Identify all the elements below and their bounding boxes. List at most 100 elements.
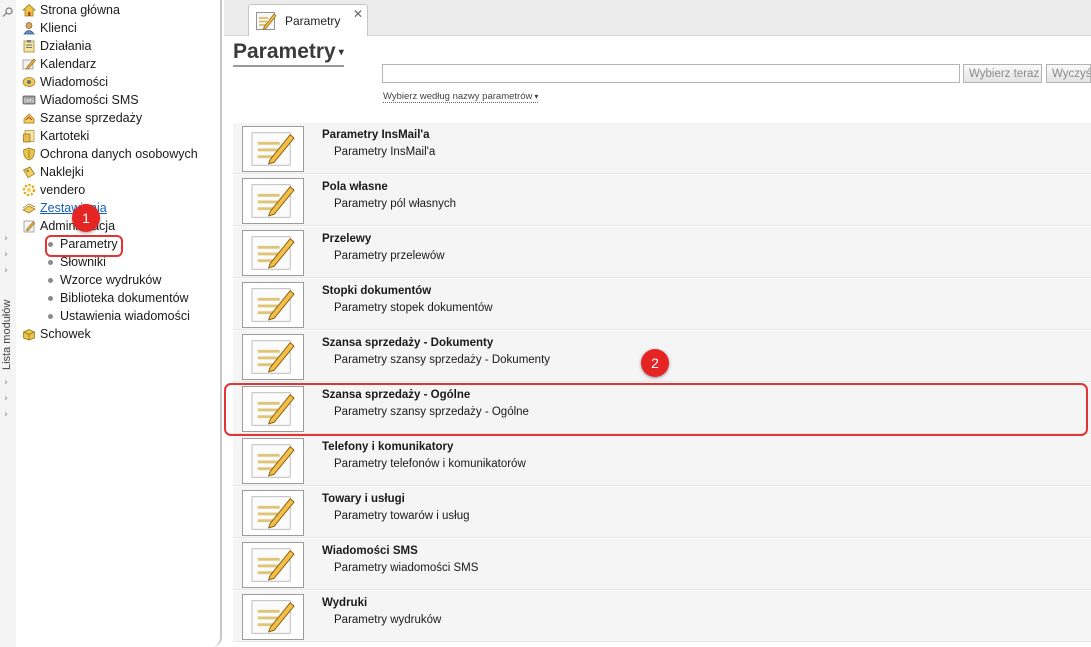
sidebar-item-label: Szanse sprzedaży <box>40 111 143 125</box>
parameters-icon <box>242 594 304 640</box>
parameter-name[interactable]: Towary i usługi <box>322 493 405 505</box>
cards-icon <box>23 130 35 143</box>
parameter-name[interactable]: Szansa sprzedaży - Dokumenty <box>322 337 493 349</box>
list-item[interactable]: Wiadomości SMS Parametry wiadomości SMS <box>233 538 1091 590</box>
chevron-down-icon: ▾ <box>534 92 539 101</box>
sidebar-subitem-label: Ustawienia wiadomości <box>60 309 190 323</box>
sidebar-subitem-print-templates[interactable]: Wzorce wydruków <box>48 271 161 289</box>
sidebar-item-label: Schowek <box>40 327 91 341</box>
parameter-name[interactable]: Wydruki <box>322 597 367 609</box>
main-content: Parametry ▾ Wybierz teraz Wyczyść Wybier… <box>224 36 1091 647</box>
gear-icon <box>22 183 36 197</box>
module-list-rail[interactable]: › › › › › › Lista modułów <box>0 0 16 647</box>
sidebar-item-label: Działania <box>40 39 92 53</box>
sidebar-item-clients[interactable]: Klienci <box>22 19 77 37</box>
parameter-description: Parametry przelewów <box>334 250 445 262</box>
sidebar-subitem-label: Wzorce wydruków <box>60 273 162 287</box>
sidebar-item-administration[interactable]: Administracja <box>22 217 115 235</box>
filter-link-label: Wybierz według nazwy parametrów <box>383 91 533 102</box>
parameters-icon <box>242 438 304 484</box>
sidebar-subitem-label: Biblioteka dokumentów <box>60 291 189 305</box>
parameter-description: Parametry telefonów i komunikatorów <box>334 458 526 470</box>
tab-strip: Parametry ✕ <box>224 0 1091 37</box>
tab-parameters[interactable]: Parametry ✕ <box>248 4 368 37</box>
sidebar-item-clipboard[interactable]: Schowek <box>22 325 91 343</box>
parameter-description: Parametry wydruków <box>334 614 442 626</box>
sms-icon: SMS <box>22 95 36 105</box>
clipboard-icon <box>23 40 35 53</box>
chart-icon <box>22 203 36 214</box>
pin-icon[interactable] <box>2 7 14 17</box>
list-item[interactable]: Stopki dokumentów Parametry stopek dokum… <box>233 278 1091 330</box>
chevron-right-icon[interactable]: › <box>4 378 8 388</box>
admin-icon <box>23 220 35 233</box>
list-item[interactable]: Parametry InsMail'a Parametry InsMail'a <box>233 122 1091 174</box>
box-icon <box>23 329 35 341</box>
chevron-right-icon[interactable]: › <box>4 250 8 260</box>
person-icon <box>23 22 35 35</box>
parameter-description: Parametry stopek dokumentów <box>334 302 493 314</box>
sidebar-item-label: Wiadomości SMS <box>40 93 139 107</box>
sidebar-item-data-protection[interactable]: Ochrona danych osobowych <box>22 145 198 163</box>
sidebar-item-label: vendero <box>40 183 86 197</box>
close-icon[interactable]: ✕ <box>353 7 363 21</box>
chevron-right-icon[interactable]: › <box>4 394 8 404</box>
sidebar-item-label: Ochrona danych osobowych <box>40 147 198 161</box>
parameter-name[interactable]: Pola własne <box>322 181 388 193</box>
sidebar-subitem-document-library[interactable]: Biblioteka dokumentów <box>48 289 189 307</box>
parameters-icon <box>242 178 304 224</box>
module-list-label[interactable]: Lista modułów <box>1 300 13 370</box>
annotation-highlight-sales-general <box>224 383 1088 436</box>
parameter-description: Parametry wiadomości SMS <box>334 562 479 574</box>
chevron-right-icon[interactable]: › <box>4 234 8 244</box>
annotation-highlight-parameters <box>45 235 123 257</box>
chevron-down-icon: ▾ <box>338 46 344 58</box>
parameter-name[interactable]: Parametry InsMail'a <box>322 129 430 141</box>
sidebar-item-label: Klienci <box>40 21 77 35</box>
parameters-icon <box>242 230 304 276</box>
sidebar-item-sales-opportunities[interactable]: Szanse sprzedaży <box>22 109 142 127</box>
sidebar-item-home[interactable]: Strona główna <box>22 1 120 19</box>
sidebar-item-files[interactable]: Kartoteki <box>22 127 89 145</box>
parameter-name[interactable]: Stopki dokumentów <box>322 285 431 297</box>
list-item[interactable]: Wydruki Parametry wydruków <box>233 590 1091 642</box>
list-item[interactable]: Przelewy Parametry przelewów <box>233 226 1091 278</box>
sidebar-item-actions[interactable]: Działania <box>22 37 91 55</box>
list-item[interactable]: Towary i usługi Parametry towarów i usłu… <box>233 486 1091 538</box>
page-title-text: Parametry <box>233 40 336 63</box>
list-item[interactable]: Telefony i komunikatory Parametry telefo… <box>233 434 1091 486</box>
home-icon <box>22 3 36 17</box>
chevron-right-icon[interactable]: › <box>4 410 8 420</box>
chevron-right-icon[interactable]: › <box>4 266 8 276</box>
search-input[interactable] <box>382 64 960 83</box>
sidebar-item-label: Kalendarz <box>40 57 97 71</box>
sidebar-item-label: Naklejki <box>40 165 84 179</box>
tab-label: Parametry <box>285 14 341 28</box>
sticker-icon <box>22 166 35 178</box>
sidebar-subitem-message-settings[interactable]: Ustawienia wiadomości <box>48 307 190 325</box>
bullet-icon <box>48 277 53 283</box>
sidebar-item-sms[interactable]: SMS Wiadomości SMS <box>22 91 139 109</box>
parameter-name[interactable]: Przelewy <box>322 233 371 245</box>
sidebar-item-label: Kartoteki <box>40 129 90 143</box>
list-item[interactable]: Pola własne Parametry pól własnych <box>233 174 1091 226</box>
clear-button[interactable]: Wyczyść <box>1046 64 1091 83</box>
select-now-button[interactable]: Wybierz teraz <box>963 64 1042 83</box>
messages-icon <box>22 77 36 87</box>
parameter-name[interactable]: Telefony i komunikatory <box>322 441 453 453</box>
sidebar-item-calendar[interactable]: Kalendarz <box>22 55 96 73</box>
page-title[interactable]: Parametry ▾ <box>233 40 344 67</box>
sidebar: Strona główna Klienci Działania Kalendar… <box>16 0 222 647</box>
parameters-icon <box>242 490 304 536</box>
filter-by-name-dropdown[interactable]: Wybierz według nazwy parametrów ▾ <box>383 91 539 103</box>
bullet-icon <box>48 295 53 301</box>
sidebar-item-label: Wiadomości <box>40 75 109 89</box>
bullet-icon <box>48 313 53 319</box>
sidebar-item-stickers[interactable]: Naklejki <box>22 163 84 181</box>
bullet-icon <box>48 259 53 265</box>
parameter-name[interactable]: Wiadomości SMS <box>322 545 418 557</box>
sidebar-item-vendero[interactable]: vendero <box>22 181 85 199</box>
parameter-description: Parametry towarów i usług <box>334 510 470 522</box>
sidebar-item-label: Strona główna <box>40 3 120 17</box>
sidebar-item-messages[interactable]: Wiadomości <box>22 73 108 91</box>
